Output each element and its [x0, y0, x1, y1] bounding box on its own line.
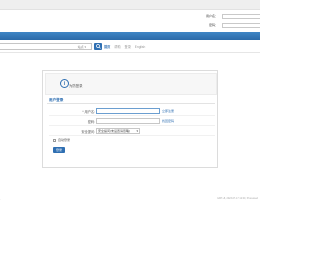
chevron-down-icon: ▾ [136, 129, 138, 133]
notice-text: 为防登录 [69, 84, 83, 88]
search-input[interactable]: 站点 ▾ [0, 43, 92, 50]
main-navbar [0, 32, 260, 40]
password-label: 密码: [87, 120, 95, 124]
header-username-row: 用户名： [206, 12, 260, 20]
security-question-label: 安全提问: [81, 130, 95, 134]
security-question-value: 安全提问(未设置请忽略) [98, 129, 130, 133]
row-divider [49, 115, 215, 116]
password-input[interactable] [96, 118, 160, 124]
remember-checkbox[interactable] [53, 138, 56, 142]
info-icon: i [60, 79, 69, 88]
header-username-label: 用户名： [205, 14, 218, 18]
header-password-input[interactable] [222, 22, 260, 28]
security-question-row: 安全提问: 安全提问(未设置请忽略) ▾ [43, 128, 219, 136]
forgot-password-link[interactable]: 找回密码 [162, 119, 174, 123]
remember-me[interactable]: 自动登录 [53, 138, 70, 142]
footer: · GMT+8, 2023-07-17 12:00, Processed [0, 197, 260, 203]
quick-link-english[interactable]: English [135, 45, 145, 49]
search-scope-select[interactable]: 站点 ▾ [78, 45, 86, 49]
browser-top-strip [0, 0, 260, 10]
row-divider [49, 135, 215, 136]
search-toolbar: 站点 ▾ 首页 帮助 登录 English [0, 40, 260, 53]
username-input[interactable] [96, 108, 160, 114]
section-divider [47, 103, 215, 104]
password-row: 密码: 找回密码 [43, 118, 219, 126]
remember-label: 自动登录 [58, 138, 71, 142]
quick-links: 首页 帮助 登录 English [104, 44, 148, 49]
header-username-input[interactable] [222, 13, 260, 19]
header-password-label: 密码： [208, 23, 218, 27]
login-button[interactable]: 登录 [53, 147, 65, 153]
search-button[interactable] [94, 43, 102, 50]
quick-link-login[interactable]: 登录 [125, 45, 131, 49]
footer-left-text: · [0, 197, 1, 201]
register-link[interactable]: 立即注册 [162, 109, 174, 113]
quick-link-help[interactable]: 帮助 [114, 45, 120, 49]
username-label: * 用户名: [82, 110, 95, 114]
login-card: i 为防登录 用户登录 * 用户名: 立即注册 密码: 找回密码 安全提问: 安… [42, 70, 218, 168]
username-row: * 用户名: 立即注册 [43, 108, 219, 116]
quick-link-home[interactable]: 首页 [104, 45, 110, 49]
search-icon [95, 44, 101, 49]
security-question-select[interactable]: 安全提问(未设置请忽略) ▾ [96, 128, 140, 134]
notice-banner: i 为防登录 [45, 73, 217, 95]
footer-right-text: GMT+8, 2023-07-17 12:00, Processed [217, 197, 258, 200]
row-divider [49, 125, 215, 126]
header-password-row: 密码： [209, 21, 260, 29]
